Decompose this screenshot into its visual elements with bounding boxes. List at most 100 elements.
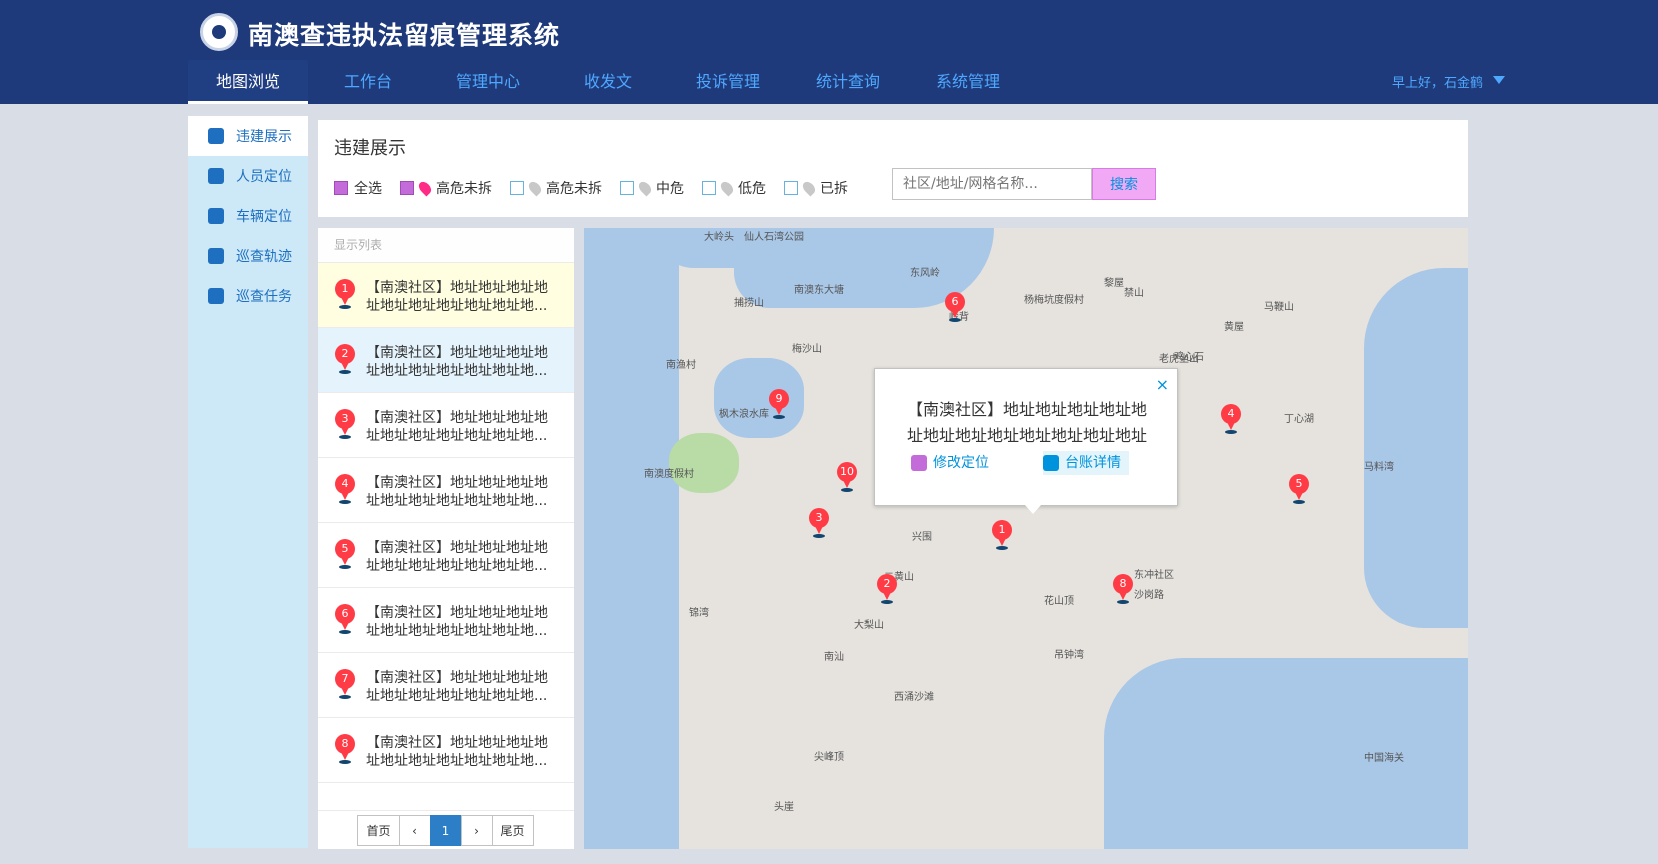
nav-complaints[interactable]: 投诉管理: [668, 60, 788, 104]
map-label: 吊钟湾: [1054, 650, 1084, 661]
list-header: 显示列表: [318, 228, 574, 263]
map-marker[interactable]: 3: [808, 508, 830, 538]
checkbox-icon[interactable]: [702, 181, 716, 195]
map-label: 尖峰顶: [814, 752, 844, 763]
building-icon: [208, 128, 224, 144]
list-item-text: 【南澳社区】地址地址地址地址地址地址地址地址地址地...: [366, 475, 548, 509]
nav-map[interactable]: 地图浏览: [188, 60, 308, 104]
map-label: 黄屋: [1224, 322, 1244, 333]
task-icon: [208, 288, 224, 304]
sea-area: [1364, 268, 1468, 628]
marker-icon: 7: [334, 669, 356, 699]
map-view[interactable]: 大岭头 仙人石湾公园 东风岭 南澳东大塘 杨梅坑度假村 黎屋 禁山 捕捞山 马鞭…: [584, 228, 1468, 849]
sidebar-item-route[interactable]: 巡查轨迹: [188, 236, 308, 276]
sidebar: 违建展示 人员定位 车辆定位 巡查轨迹 巡查任务: [188, 116, 308, 848]
map-label: 西涌沙滩: [894, 692, 934, 703]
page-1-button[interactable]: 1: [429, 814, 462, 846]
edit-location-button[interactable]: 修改定位: [911, 451, 989, 475]
chevron-down-icon[interactable]: [1493, 76, 1505, 84]
map-marker[interactable]: 1: [991, 520, 1013, 550]
person-icon: [208, 168, 224, 184]
map-marker[interactable]: 8: [1112, 574, 1134, 604]
checkbox-icon[interactable]: [400, 181, 414, 195]
list-item[interactable]: 1 【南澳社区】地址地址地址地址地址地址地址地址地址地...: [318, 263, 574, 328]
popup-caret: [1025, 505, 1041, 514]
filter-high-risk[interactable]: 高危未拆: [400, 178, 492, 198]
nav-system[interactable]: 系统管理: [908, 60, 1028, 104]
list-item[interactable]: 3 【南澳社区】地址地址地址地址地址地址地址地址地址地...: [318, 393, 574, 458]
sidebar-item-label: 人员定位: [236, 169, 292, 185]
filter-high-risk-2[interactable]: 高危未拆: [510, 178, 602, 198]
marker-icon: 4: [334, 474, 356, 504]
filter-demolished[interactable]: 已拆: [784, 178, 848, 198]
checkbox-icon[interactable]: [620, 181, 634, 195]
map-marker[interactable]: 9: [768, 389, 790, 419]
map-label: 捕捞山: [734, 298, 764, 309]
nav-documents[interactable]: 收发文: [548, 60, 668, 104]
pin-icon: [718, 179, 736, 197]
map-label: 梅沙山: [792, 344, 822, 355]
result-list: 显示列表 1 【南澳社区】地址地址地址地址地址地址地址地址地址地... 2 【南澳社…: [318, 228, 574, 849]
nav-management[interactable]: 管理中心: [428, 60, 548, 104]
list-item[interactable]: 6 【南澳社区】地址地址地址地址地址地址地址地址地址地...: [318, 588, 574, 653]
filter-label: 高危未拆: [546, 181, 602, 197]
list-item-text: 【南澳社区】地址地址地址地址地址地址地址地址地址地...: [366, 410, 548, 444]
nav-workbench[interactable]: 工作台: [308, 60, 428, 104]
filter-all[interactable]: 全选: [334, 178, 382, 198]
sidebar-item-building[interactable]: 违建展示: [188, 116, 308, 156]
checkbox-icon[interactable]: [334, 181, 348, 195]
prev-page-button[interactable]: ‹: [398, 814, 431, 846]
checkbox-icon[interactable]: [784, 181, 798, 195]
app-header: 南澳查违执法留痕管理系统 地图浏览 工作台 管理中心 收发文 投诉管理 统计查询…: [0, 0, 1658, 104]
list-item[interactable]: 2 【南澳社区】地址地址地址地址地址地址地址地址地址地...: [318, 328, 574, 393]
list-item[interactable]: 8 【南澳社区】地址地址地址地址地址地址地址地址地址地...: [318, 718, 574, 783]
filter-medium[interactable]: 中危: [620, 178, 684, 198]
map-label: 中国海关: [1364, 753, 1404, 764]
map-marker[interactable]: 2: [876, 574, 898, 604]
sidebar-item-task[interactable]: 巡查任务: [188, 276, 308, 316]
car-icon: [208, 208, 224, 224]
sea-area: [584, 228, 679, 849]
marker-icon: 1: [334, 279, 356, 309]
marker-icon: 2: [334, 344, 356, 374]
list-item[interactable]: 5 【南澳社区】地址地址地址地址地址地址地址地址地址地...: [318, 523, 574, 588]
list-item[interactable]: 4 【南澳社区】地址地址地址地址地址地址地址地址地址地...: [318, 458, 574, 523]
filter-low[interactable]: 低危: [702, 178, 766, 198]
map-label: 马料湾: [1364, 462, 1394, 473]
map-marker[interactable]: 4: [1220, 404, 1242, 434]
filter-label: 全选: [354, 181, 382, 197]
route-icon: [208, 248, 224, 264]
checkbox-icon[interactable]: [510, 181, 524, 195]
search-button[interactable]: 搜索: [1092, 168, 1156, 200]
logo-icon: [200, 13, 238, 51]
map-label: 马鞭山: [1264, 302, 1294, 313]
map-marker[interactable]: 10: [836, 462, 858, 492]
map-label: 老虎坐山: [1159, 354, 1199, 365]
sidebar-item-person[interactable]: 人员定位: [188, 156, 308, 196]
pin-icon: [526, 179, 544, 197]
next-page-button[interactable]: ›: [460, 814, 493, 846]
sea-area: [1104, 658, 1468, 849]
map-label: 枫木浪水库: [719, 409, 769, 420]
user-greeting[interactable]: 早上好，石金鹤: [1392, 72, 1483, 91]
nav-statistics[interactable]: 统计查询: [788, 60, 908, 104]
map-label: 杨梅坑度假村: [1024, 295, 1084, 306]
first-page-button[interactable]: 首页: [357, 814, 400, 846]
top-nav: 地图浏览 工作台 管理中心 收发文 投诉管理 统计查询 系统管理: [188, 60, 1028, 104]
sidebar-item-label: 违建展示: [236, 129, 292, 145]
reservoir: [714, 358, 804, 438]
search-input[interactable]: [892, 168, 1092, 200]
sidebar-item-label: 巡查任务: [236, 289, 292, 305]
map-marker[interactable]: 5: [1288, 474, 1310, 504]
map-label: 东风岭: [910, 268, 940, 279]
list-item-text: 【南澳社区】地址地址地址地址地址地址地址地址地址地...: [366, 540, 548, 574]
map-marker[interactable]: 6: [944, 292, 966, 322]
map-label: 南澳度假村: [644, 469, 694, 480]
last-page-button[interactable]: 尾页: [491, 814, 534, 846]
list-item[interactable]: 7 【南澳社区】地址地址地址地址地址地址地址地址地址地...: [318, 653, 574, 718]
detail-button[interactable]: 台账详情: [1043, 451, 1129, 475]
sidebar-item-car[interactable]: 车辆定位: [188, 196, 308, 236]
app-title: 南澳查违执法留痕管理系统: [248, 21, 561, 50]
pagination: 首页 ‹ 1 › 尾页: [318, 810, 574, 849]
close-icon[interactable]: ×: [1156, 375, 1169, 394]
